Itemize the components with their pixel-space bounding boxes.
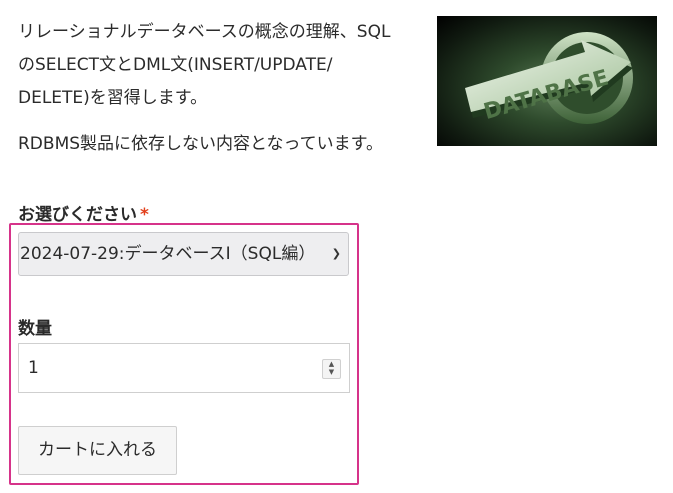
stepper-down-icon[interactable]: ▼ <box>323 368 340 376</box>
chevron-down-icon: ❯ <box>331 247 341 260</box>
date-option-select[interactable]: 2024-07-29:データベースⅠ（SQL編） ❯ <box>18 232 349 276</box>
product-description: リレーショナルデータベースの概念の理解、SQL のSELECT文とDML文(IN… <box>18 16 423 161</box>
description-line-1: リレーショナルデータベースの概念の理解、SQL <box>18 22 391 42</box>
quantity-stepper[interactable]: ▲ ▼ <box>322 359 341 379</box>
description-paragraph-2: RDBMS製品に依存しない内容となっています。 <box>18 134 383 154</box>
stepper-up-icon[interactable]: ▲ <box>323 360 340 368</box>
quantity-label: 数量 <box>18 319 52 339</box>
description-paragraph-1: リレーショナルデータベースの概念の理解、SQL のSELECT文とDML文(IN… <box>18 16 423 115</box>
required-mark: * <box>140 205 149 225</box>
quantity-value: 1 <box>28 358 39 378</box>
database-product-image: DATABASE <box>437 16 657 146</box>
database-arrow-illustration: DATABASE <box>465 32 633 125</box>
add-to-cart-button[interactable]: カートに入れる <box>18 426 177 475</box>
selected-option-text: 2024-07-29:データベースⅠ（SQL編） <box>20 244 316 264</box>
description-line-3: DELETE)を習得します。 <box>18 88 208 108</box>
description-line-2: のSELECT文とDML文(INSERT/UPDATE/ <box>18 55 333 75</box>
option-select-label: お選びください * <box>18 200 149 225</box>
option-select-label-text: お選びください <box>18 205 137 225</box>
quantity-input[interactable]: 1 ▲ ▼ <box>18 343 350 393</box>
